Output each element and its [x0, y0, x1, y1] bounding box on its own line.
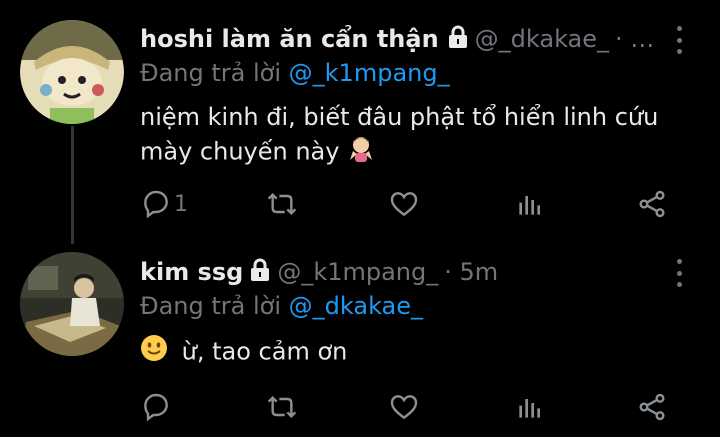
share-button[interactable]	[636, 186, 668, 222]
action-bar	[140, 389, 700, 425]
tweet-body: niệm kinh đi, biết đâu phật tổ hiển linh…	[140, 103, 659, 166]
tweet-text: ừ, tao cảm ơn	[140, 334, 700, 371]
reply-icon	[144, 190, 168, 219]
avatar-image	[20, 20, 124, 124]
person-shrugging-emoji-icon	[347, 134, 375, 171]
tweet-header: kim ssg @_k1mpang_ · 5m	[140, 257, 498, 287]
reply-button[interactable]	[140, 389, 172, 425]
user-handle[interactable]: @_k1mpang_	[277, 257, 438, 287]
timestamp[interactable]: · 5m	[444, 257, 498, 287]
like-button[interactable]	[388, 186, 420, 222]
avatar[interactable]	[20, 20, 124, 124]
slightly-smiling-face-emoji-icon	[140, 334, 168, 371]
more-options-icon[interactable]	[672, 26, 686, 54]
tweet-2[interactable]: kim ssg @_k1mpang_ · 5m Đang trả lời @_d…	[0, 244, 720, 437]
tweet-body: ừ, tao cảm ơn	[181, 337, 348, 366]
replying-to: Đang trả lời @_k1mpang_	[140, 58, 450, 88]
more-options-icon[interactable]	[672, 259, 686, 287]
replying-to-label: Đang trả lời	[140, 292, 282, 320]
display-name[interactable]: kim ssg	[140, 257, 243, 287]
share-icon	[639, 190, 665, 218]
tweet-header: hoshi làm ăn cẩn thận @_dkakae_ · …	[140, 24, 654, 54]
share-icon	[639, 393, 665, 421]
analytics-button[interactable]	[514, 389, 546, 425]
thread-line	[71, 126, 74, 244]
replying-to-label: Đang trả lời	[140, 59, 282, 87]
reply-count: 1	[174, 191, 188, 217]
like-button[interactable]	[388, 389, 420, 425]
reply-icon	[144, 393, 168, 422]
heart-icon	[390, 192, 418, 217]
avatar-image	[20, 252, 124, 356]
heart-icon	[390, 395, 418, 420]
reply-mention-link[interactable]: @_dkakae_	[289, 292, 423, 320]
tweet-text: niệm kinh đi, biết đâu phật tổ hiển linh…	[140, 100, 700, 171]
retweet-button[interactable]	[266, 389, 298, 425]
reply-mention-link[interactable]: @_k1mpang_	[289, 59, 450, 87]
analytics-icon	[519, 196, 540, 215]
reply-button[interactable]: 1	[140, 186, 188, 222]
avatar[interactable]	[20, 252, 124, 356]
lock-icon	[447, 25, 469, 49]
retweet-button[interactable]	[266, 186, 298, 222]
user-handle[interactable]: @_dkakae_	[475, 24, 609, 54]
display-name[interactable]: hoshi làm ăn cẩn thận	[140, 24, 439, 54]
analytics-icon	[519, 399, 540, 418]
analytics-button[interactable]	[514, 186, 546, 222]
lock-icon	[249, 258, 271, 282]
tweet-1[interactable]: hoshi làm ăn cẩn thận @_dkakae_ · … Đang…	[0, 0, 720, 244]
retweet-icon	[267, 395, 297, 419]
retweet-icon	[267, 192, 297, 216]
timestamp[interactable]: · …	[615, 24, 654, 54]
action-bar: 1	[140, 186, 700, 222]
share-button[interactable]	[636, 389, 668, 425]
replying-to: Đang trả lời @_dkakae_	[140, 291, 423, 321]
